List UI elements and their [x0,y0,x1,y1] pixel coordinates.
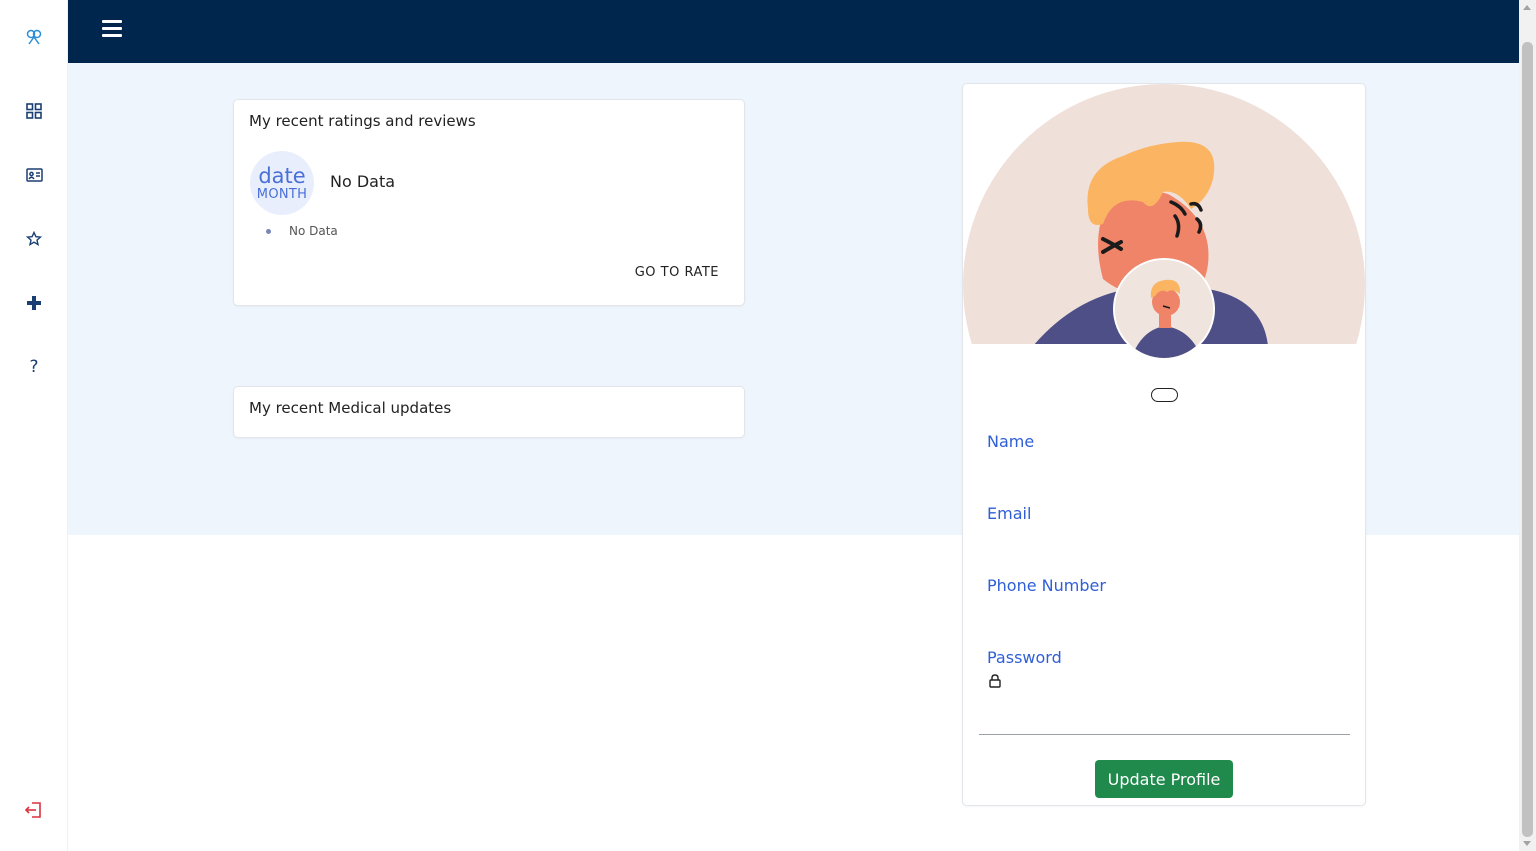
id-card-icon[interactable] [0,155,68,195]
ratings-card-title: My recent ratings and reviews [249,112,476,130]
date-badge: date MONTH [250,151,314,215]
sidebar: ? [0,0,68,851]
help-icon[interactable]: ? [0,347,68,387]
plus-icon[interactable] [0,283,68,323]
rating-title: No Data [330,172,396,191]
divider [979,734,1350,735]
ratings-card: My recent ratings and reviews date MONTH… [233,99,745,306]
profile-card: Name Email Phone Number Password Update … [962,83,1366,806]
password-field[interactable] [987,698,1342,722]
toggle-pill[interactable] [1151,388,1178,402]
avatar[interactable] [1113,258,1215,360]
star-icon[interactable] [0,219,68,259]
hamburger-icon[interactable] [102,18,122,38]
medical-card-title: My recent Medical updates [249,399,452,417]
email-field[interactable] [987,528,1342,552]
date-day: date [258,163,306,188]
go-to-rate-link[interactable]: GO TO RATE [635,265,719,280]
date-month: MONTH [256,186,308,202]
password-label: Password [987,648,1062,667]
lock-icon [989,673,1001,692]
medical-updates-card: My recent Medical updates [233,386,745,438]
name-label: Name [987,432,1035,451]
top-navbar [68,0,1519,63]
scroll-down-icon[interactable] [1523,841,1531,846]
update-profile-button[interactable]: Update Profile [1095,760,1233,798]
scrollbar[interactable] [1519,0,1536,851]
scroll-up-icon[interactable] [1523,5,1531,10]
scroll-thumb[interactable] [1522,42,1533,837]
phone-field[interactable] [987,600,1342,624]
name-field[interactable] [987,456,1342,480]
logo-icon[interactable] [0,17,68,57]
list-item-text: No Data [289,224,338,238]
dashboard-icon[interactable] [0,91,68,131]
logout-icon[interactable] [0,790,68,830]
phone-label: Phone Number [987,576,1106,595]
bullet-icon [266,228,271,234]
email-label: Email [987,504,1032,523]
list-item: No Data [266,224,338,238]
